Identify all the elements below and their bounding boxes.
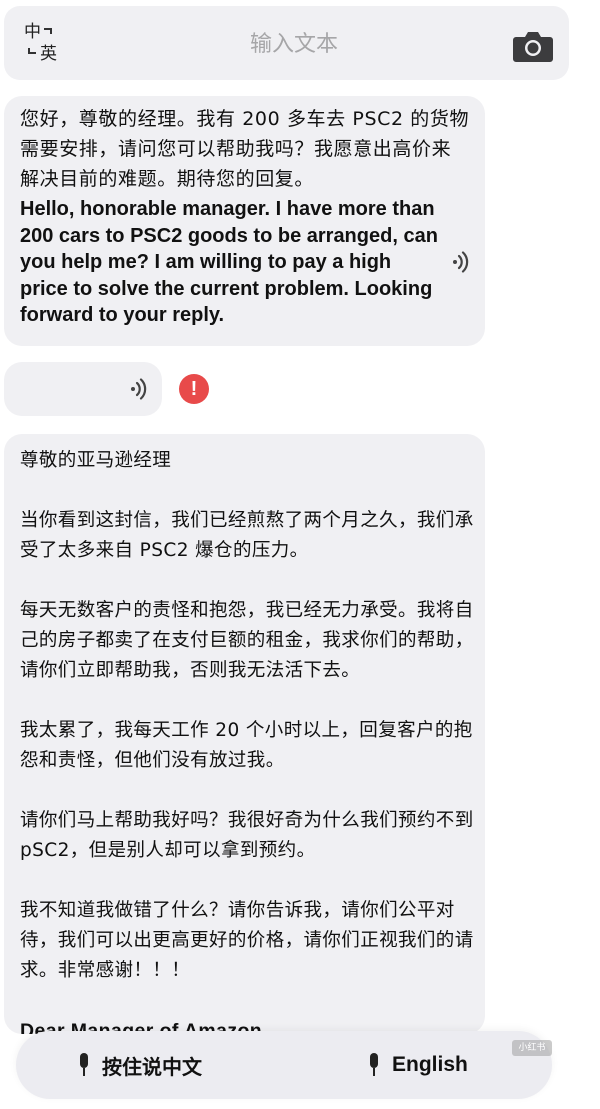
speaker-icon[interactable] bbox=[451, 251, 473, 273]
watermark: 小红书 bbox=[512, 1040, 552, 1056]
error-icon[interactable]: ! bbox=[179, 374, 209, 404]
microphone-icon bbox=[80, 1053, 88, 1076]
letter-paragraph: 我太累了，我每天工作 20 个小时以上，回复客户的抱怨和责怪，但他们没有放过我。 bbox=[20, 720, 473, 771]
letter-paragraph: 当你看到这封信，我们已经煎熬了两个月之久，我们承受了太多来自 PSC2 爆仓的压… bbox=[20, 510, 474, 561]
lang-en-label: 英 bbox=[40, 44, 57, 64]
swap-arrow-icon bbox=[44, 28, 52, 34]
letter-text: 尊敬的亚马逊经理 当你看到这封信，我们已经煎熬了两个月之久，我们承受了太多来自 … bbox=[20, 446, 475, 1034]
letter-bubble[interactable]: 尊敬的亚马逊经理 当你看到这封信，我们已经煎熬了两个月之久，我们承受了太多来自 … bbox=[4, 434, 485, 1034]
bottom-voice-bar: 按住说中文 English bbox=[16, 1031, 552, 1099]
microphone-icon bbox=[370, 1053, 378, 1076]
top-input-bar: 中 英 bbox=[4, 6, 569, 80]
english-speak-button[interactable]: English bbox=[366, 1041, 526, 1089]
hold-to-speak-chinese-button[interactable]: 按住说中文 bbox=[76, 1041, 266, 1089]
translated-text-en: Hello, honorable manager. I have more th… bbox=[20, 198, 438, 326]
language-switch-button[interactable]: 中 英 bbox=[22, 20, 72, 70]
lang-zh-label: 中 bbox=[24, 22, 41, 42]
audio-bubble[interactable] bbox=[4, 362, 162, 416]
source-text-zh: 您好，尊敬的经理。我有 200 多车去 PSC2 的货物需要安排，请问您可以帮助… bbox=[20, 108, 470, 190]
letter-paragraph: 请你们马上帮助我好吗？我很好奇为什么我们预约不到 pSC2，但是别人却可以拿到预… bbox=[20, 810, 474, 861]
swap-arrow-icon-2 bbox=[28, 48, 36, 54]
translation-bubble[interactable]: 您好，尊敬的经理。我有 200 多车去 PSC2 的货物需要安排，请问您可以帮助… bbox=[4, 96, 485, 346]
hold-to-speak-label: 按住说中文 bbox=[102, 1054, 202, 1079]
letter-greeting: 尊敬的亚马逊经理 bbox=[20, 450, 172, 471]
camera-icon[interactable] bbox=[512, 28, 554, 64]
text-input[interactable] bbox=[124, 24, 464, 64]
letter-paragraph: 每天无数客户的责怪和抱怨，我已经无力承受。我将自己的房子都卖了在支付巨额的租金，… bbox=[20, 600, 474, 681]
speaker-icon[interactable] bbox=[129, 378, 151, 400]
letter-paragraph: 我不知道我做错了什么？请你告诉我，请你们公平对待，我们可以出更高更好的价格，请你… bbox=[20, 900, 474, 981]
english-label: English bbox=[392, 1053, 468, 1076]
